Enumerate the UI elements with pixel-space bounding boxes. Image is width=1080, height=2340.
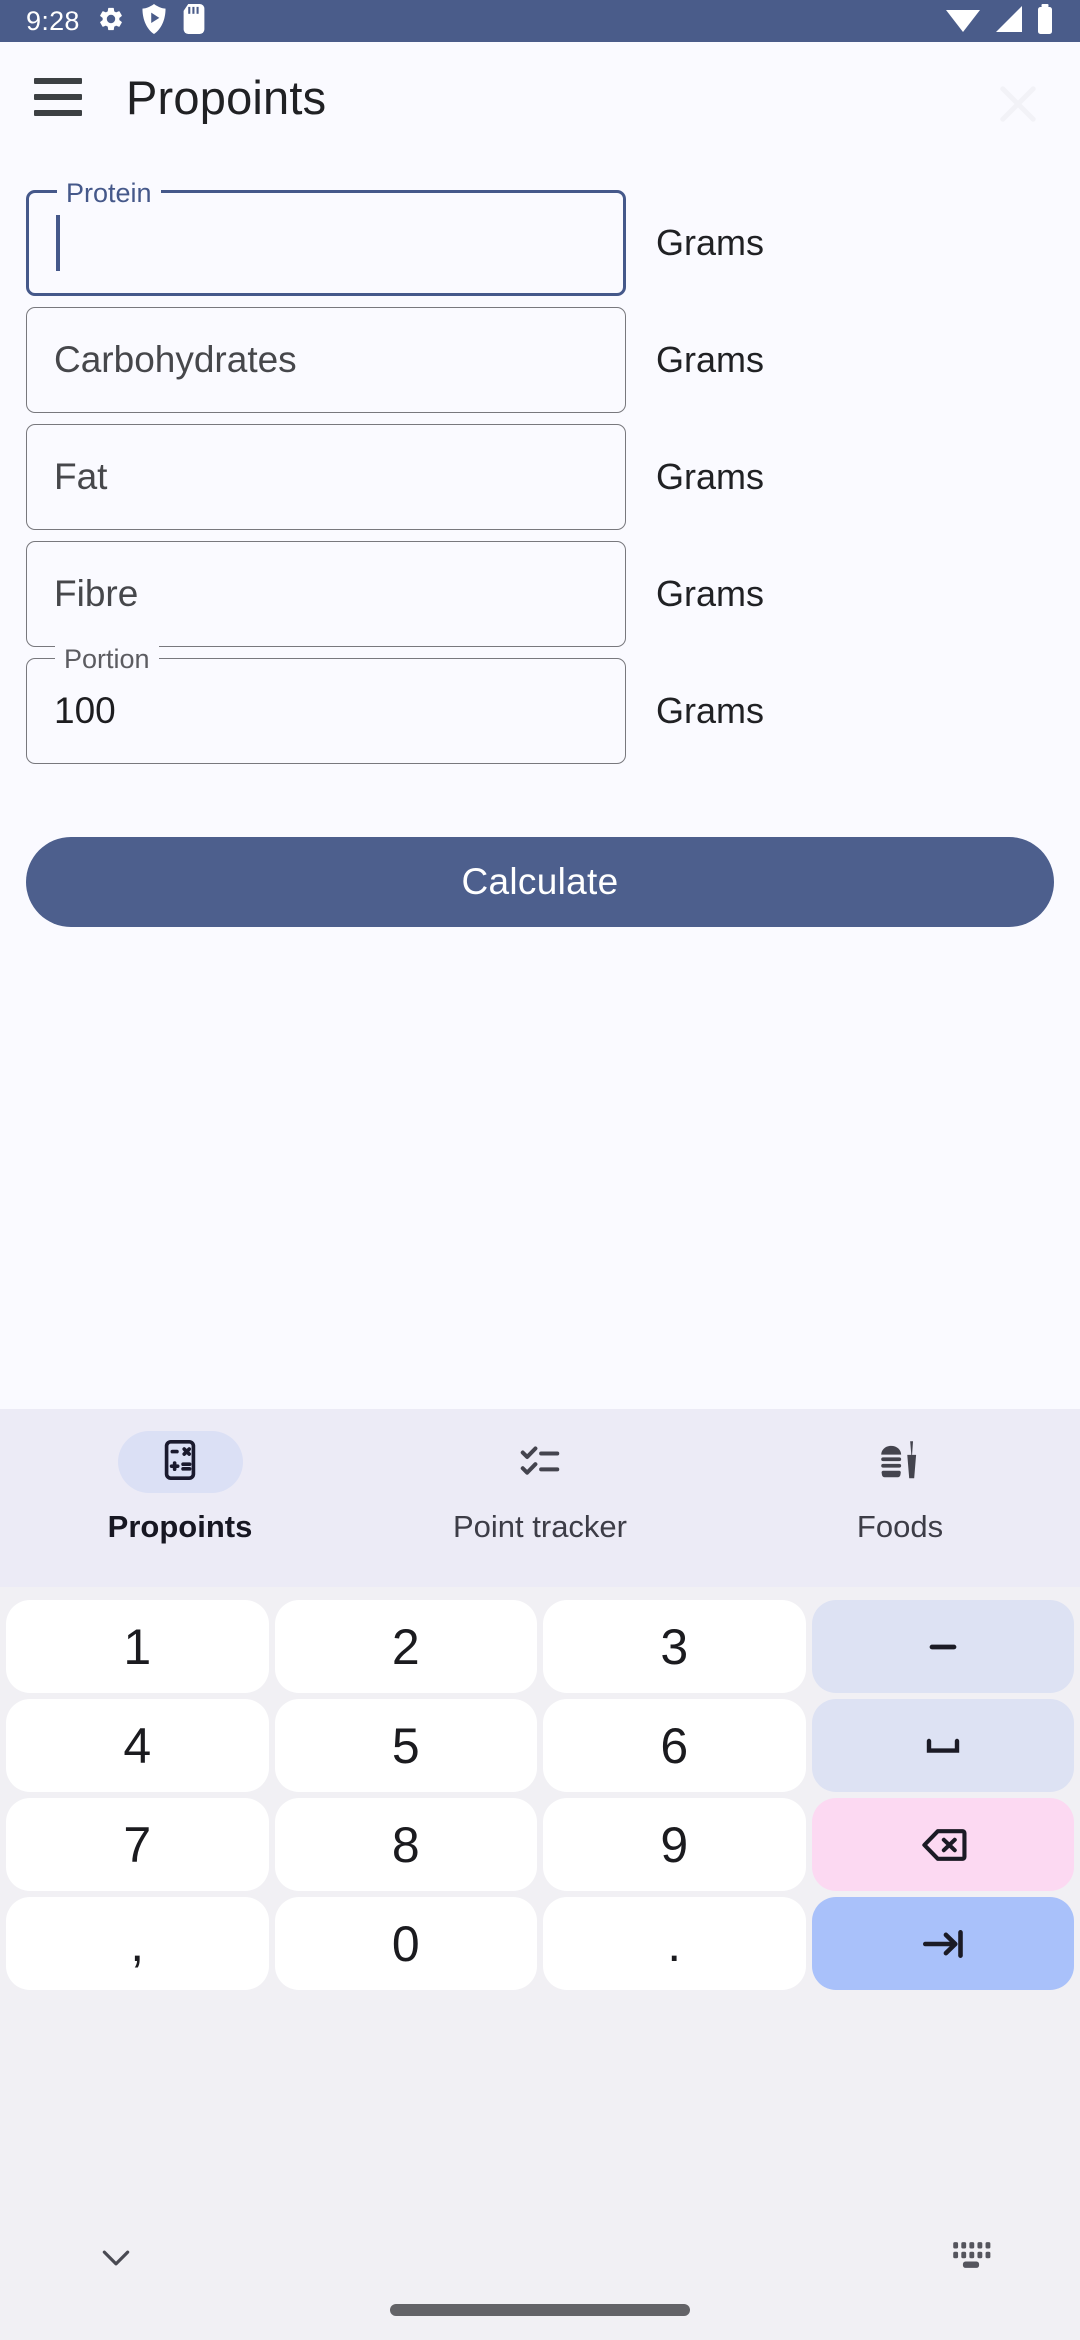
portion-unit: Grams [656, 690, 764, 731]
minus-icon [921, 1625, 965, 1669]
keyboard-switch-icon[interactable] [950, 2238, 992, 2277]
space-icon [919, 1722, 967, 1770]
status-bar: 9:28 [0, 0, 1080, 42]
chevron-down-icon[interactable] [96, 2242, 136, 2279]
page-title: Propoints [126, 70, 327, 124]
keyboard-grid: 1 2 3 4 5 6 7 8 9 , 0 . [0, 1587, 1080, 1990]
fat-input[interactable]: Fat [26, 424, 626, 530]
status-bar-left: 9:28 [26, 3, 205, 39]
field-row-fat: Fat Grams [26, 424, 1054, 530]
battery-icon [1036, 3, 1054, 39]
backspace-icon [917, 1819, 969, 1871]
tab-next-icon [918, 1919, 968, 1969]
calculate-button-wrap: Calculate [0, 775, 1080, 927]
numeric-keyboard: 1 2 3 4 5 6 7 8 9 , 0 . [0, 1587, 1080, 2340]
hamburger-menu-icon[interactable] [34, 78, 82, 116]
key-9[interactable]: 9 [543, 1798, 806, 1891]
key-7[interactable]: 7 [6, 1798, 269, 1891]
calculator-icon [157, 1437, 203, 1488]
text-caret [56, 215, 60, 271]
protein-input[interactable]: Protein [26, 177, 626, 296]
close-icon[interactable] [992, 78, 1044, 130]
hamburger-bar [34, 94, 82, 100]
nutrition-form: Protein Grams Carbohydrates Grams Fat Gr… [0, 152, 1080, 764]
key-minus[interactable] [811, 1600, 1074, 1693]
home-indicator[interactable] [390, 2304, 690, 2316]
fat-placeholder: Fat [54, 456, 108, 497]
carbohydrates-input[interactable]: Carbohydrates [26, 307, 626, 413]
nav-pill-propoints [117, 1431, 243, 1493]
key-6[interactable]: 6 [543, 1699, 806, 1792]
keyboard-bottom-bar [0, 2220, 1080, 2340]
nav-label-point-tracker: Point tracker [452, 1509, 627, 1544]
status-bar-right [946, 3, 1054, 39]
wifi-icon [946, 5, 980, 38]
field-row-fibre: Fibre Grams [26, 541, 1054, 647]
hamburger-bar [34, 78, 82, 84]
portion-label: Portion [55, 643, 159, 675]
nav-label-propoints: Propoints [107, 1509, 253, 1544]
nav-item-point-tracker[interactable]: Point tracker [360, 1431, 720, 1545]
nav-pill-point-tracker [478, 1431, 603, 1493]
key-backspace[interactable] [811, 1798, 1074, 1891]
nav-pill-foods [838, 1431, 963, 1493]
key-0[interactable]: 0 [274, 1897, 537, 1990]
key-4[interactable]: 4 [6, 1699, 269, 1792]
fibre-unit: Grams [656, 573, 764, 614]
nav-item-foods[interactable]: Foods [720, 1431, 1080, 1545]
nav-item-propoints[interactable]: Propoints [0, 1431, 360, 1545]
portion-value: 100 [54, 690, 116, 731]
fibre-placeholder: Fibre [54, 573, 139, 614]
portion-input[interactable]: Portion 100 [26, 643, 626, 764]
checklist-icon [517, 1437, 563, 1488]
field-row-carbohydrates: Carbohydrates Grams [26, 307, 1054, 413]
fat-unit: Grams [656, 456, 764, 497]
field-row-portion: Portion 100 Grams [26, 643, 1054, 764]
key-3[interactable]: 3 [543, 1600, 806, 1693]
field-row-protein: Protein Grams [26, 177, 1054, 296]
hamburger-bar [34, 110, 82, 116]
protein-unit: Grams [656, 222, 764, 263]
key-next[interactable] [811, 1897, 1074, 1990]
fast-food-icon [877, 1437, 923, 1488]
key-space[interactable] [811, 1699, 1074, 1792]
fibre-input[interactable]: Fibre [26, 541, 626, 647]
bottom-navigation: Propoints Point tracker Foods [0, 1409, 1080, 1587]
play-protect-icon [142, 3, 166, 39]
key-8[interactable]: 8 [274, 1798, 537, 1891]
carbohydrates-placeholder: Carbohydrates [54, 339, 297, 380]
protein-label: Protein [57, 177, 161, 209]
gear-icon [97, 5, 125, 38]
key-1[interactable]: 1 [6, 1600, 269, 1693]
app-bar: Propoints [0, 42, 1080, 152]
status-bar-clock: 9:28 [26, 5, 80, 36]
key-comma[interactable]: , [6, 1897, 269, 1990]
nav-label-foods: Foods [856, 1509, 944, 1544]
calculate-button[interactable]: Calculate [26, 837, 1054, 927]
sd-card-icon [183, 3, 205, 39]
key-2[interactable]: 2 [274, 1600, 537, 1693]
key-5[interactable]: 5 [274, 1699, 537, 1792]
carbohydrates-unit: Grams [656, 339, 764, 380]
cellular-signal-icon [993, 5, 1023, 38]
key-period[interactable]: . [543, 1897, 806, 1990]
